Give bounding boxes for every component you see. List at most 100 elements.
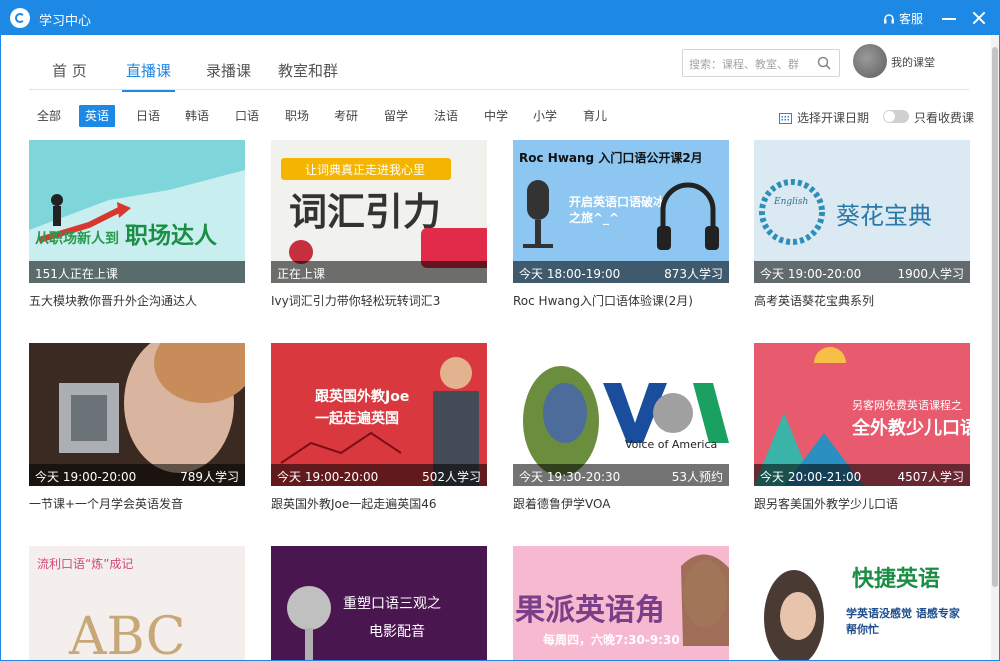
filter-spoken[interactable]: 口语	[229, 105, 265, 127]
course-thumbnail[interactable]: 重塑口语三观之 电影配音	[271, 546, 487, 660]
course-info-bar: 今天 19:30-20:30 53人预约	[513, 464, 729, 486]
filter-study-abroad[interactable]: 留学	[378, 105, 414, 127]
course-card[interactable]: Voice of America 今天 19:30-20:30 53人预约 跟着德…	[513, 343, 729, 512]
course-time: 今天 19:00-20:00	[277, 470, 379, 484]
filter-all[interactable]: 全部	[31, 105, 67, 127]
filter-french[interactable]: 法语	[428, 105, 464, 127]
course-thumbnail[interactable]: 快捷英语学英语没感觉 语感专家帮你忙	[754, 546, 970, 660]
course-card[interactable]: 让词典真正走进我心里词汇引力 正在上课 Ivy词汇引力带你轻松玩转词汇3	[271, 140, 487, 309]
thumb-subtitle: 一起走遍英国	[315, 410, 399, 427]
course-title[interactable]: 五大模块教你晋升外企沟通达人	[29, 292, 245, 309]
paid-only-toggle[interactable]	[883, 110, 909, 123]
course-time: 今天 19:00-20:00	[35, 470, 137, 484]
filter-parenting[interactable]: 育儿	[577, 105, 613, 127]
scrollbar[interactable]	[991, 35, 999, 660]
tab-home[interactable]: 首 页	[52, 60, 87, 81]
app-window: 学习中心 客服 首 页 直播课 录播课 教室和群 我的课堂 全部 英语 日语 韩…	[0, 0, 1000, 661]
avatar[interactable]	[853, 44, 887, 78]
course-title[interactable]: 一节课+一个月学会英语发音	[29, 495, 245, 512]
customer-service-label: 客服	[899, 12, 924, 26]
scrollbar-thumb[interactable]	[992, 47, 998, 587]
course-thumbnail[interactable]: 从职场新人到 职场达人 151人正在上课	[29, 140, 245, 283]
thumbnail-image: 果派英语角每周四，六晚7:30-9:30	[513, 546, 729, 660]
course-thumbnail[interactable]: 今天 19:00-20:00 789人学习	[29, 343, 245, 486]
filter-middle-school[interactable]: 中学	[478, 105, 514, 127]
close-button[interactable]	[970, 9, 988, 27]
course-thumbnail[interactable]: 果派英语角 每周四，六晚7:30-9:30	[513, 546, 729, 660]
course-count: 53人预约	[671, 470, 723, 484]
course-card[interactable]: 今天 19:00-20:00 789人学习 一节课+一个月学会英语发音	[29, 343, 245, 512]
search-input[interactable]	[687, 53, 816, 75]
course-thumbnail[interactable]: 跟英国外教Joe 一起走遍英国 今天 19:00-20:00 502人学习	[271, 343, 487, 486]
course-count: 4507人学习	[897, 470, 964, 484]
course-card[interactable]: 重塑口语三观之 电影配音	[271, 546, 487, 660]
course-time: 今天 18:00-19:00	[519, 267, 621, 281]
paid-only-label: 只看收费课	[914, 111, 975, 125]
filter-postgrad[interactable]: 考研	[328, 105, 364, 127]
course-thumbnail[interactable]: Roc Hwang 入门口语公开课2月开启英语口语破冰之旅^_^ 今天 18:0…	[513, 140, 729, 283]
customer-service-button[interactable]: 客服	[883, 10, 923, 27]
course-thumbnail[interactable]: English 葵花宝典 今天 19:00-20:00 1900人学习	[754, 140, 970, 283]
course-card[interactable]: 流利口语“炼”成记 ABC	[29, 546, 245, 661]
filter-japanese[interactable]: 日语	[130, 105, 166, 127]
window-title: 学习中心	[39, 14, 92, 29]
course-title[interactable]: 跟英国外教Joe一起走遍英国46	[271, 495, 487, 512]
app-logo-icon	[10, 8, 30, 28]
thumbnail-image: 流利口语“炼”成记 ABC	[29, 546, 245, 661]
thumb-title: Roc Hwang 入门口语公开课2月	[519, 150, 703, 165]
tab-recorded-courses[interactable]: 录播课	[206, 60, 251, 81]
course-title[interactable]: 跟着德鲁伊学VOA	[513, 495, 729, 512]
title-bar: 学习中心 客服	[1, 1, 999, 35]
course-thumbnail[interactable]: 让词典真正走进我心里词汇引力 正在上课	[271, 140, 487, 283]
course-thumbnail[interactable]: 流利口语“炼”成记 ABC	[29, 546, 245, 661]
course-card[interactable]: 快捷英语学英语没感觉 语感专家帮你忙	[754, 546, 970, 660]
course-title[interactable]: 跟另客美国外教学少儿口语	[754, 495, 970, 512]
thumb-title: ABC	[68, 607, 186, 661]
date-select-button[interactable]: 选择开课日期	[779, 109, 869, 126]
course-card[interactable]: English 葵花宝典 今天 19:00-20:00 1900人学习 高考英语葵花…	[754, 140, 970, 309]
thumb-subtitle: 让词典真正走进我心里	[305, 163, 425, 177]
course-info-bar: 151人正在上课	[29, 261, 245, 283]
filter-korean[interactable]: 韩语	[179, 105, 215, 127]
thumb-title: 快捷英语	[852, 567, 940, 592]
thumb-subtitle: 每周四，六晚7:30-9:30	[543, 632, 680, 647]
thumb-subtitle: 学英语没感觉 语感专家帮你忙	[846, 607, 960, 636]
thumb-title: Voice of America	[625, 438, 717, 451]
thumb-title: 全外教少儿口语	[851, 417, 970, 439]
course-title[interactable]: Roc Hwang入门口语体验课(2月)	[513, 292, 729, 309]
course-title[interactable]: 高考英语葵花宝典系列	[754, 292, 970, 309]
course-count: 873人学习	[664, 267, 723, 281]
filter-english[interactable]: 英语	[79, 105, 116, 127]
thumb-title: 葵花宝典	[836, 202, 932, 230]
minimize-button[interactable]	[940, 9, 958, 27]
thumb-subtitle: 从职场新人到	[35, 230, 119, 247]
course-count: 1900人学习	[897, 267, 964, 281]
search-box	[682, 49, 840, 77]
tab-classrooms-groups[interactable]: 教室和群	[278, 60, 338, 81]
filter-workplace[interactable]: 职场	[279, 105, 315, 127]
course-thumbnail[interactable]: 另客网免费英语课程之全外教少儿口语 今天 20:00-21:00 4507人学习	[754, 343, 970, 486]
course-time: 今天 19:30-20:30	[519, 470, 621, 484]
course-thumbnail[interactable]: Voice of America 今天 19:30-20:30 53人预约	[513, 343, 729, 486]
course-time: 今天 20:00-21:00	[760, 470, 862, 484]
course-card[interactable]: 另客网免费英语课程之 全外教少儿口语 今天 20:00-21:00 4507人学习 …	[754, 343, 970, 512]
course-title[interactable]: Ivy词汇引力带你轻松玩转词汇3	[271, 292, 487, 309]
course-card[interactable]: 跟英国外教Joe 一起走遍英国 今天 19:00-20:00 502人学习 跟英国外…	[271, 343, 487, 512]
course-info-bar: 今天 19:00-20:00 1900人学习	[754, 261, 970, 283]
course-card[interactable]: 从职场新人到 职场达人 151人正在上课 五大模块教你晋升外企沟通达人	[29, 140, 245, 309]
thumb-subtitle: 开启英语口语破冰之旅^_^	[569, 195, 666, 225]
thumb-subtitle: English	[773, 197, 808, 207]
tab-live-courses[interactable]: 直播课	[121, 60, 176, 92]
my-classroom-link[interactable]: 我的课堂	[891, 54, 935, 70]
thumb-title: 词汇引力	[289, 190, 441, 234]
course-info-bar: 今天 18:00-19:00 873人学习	[513, 261, 729, 283]
thumb-subtitle: 另客网免费英语课程之	[852, 398, 962, 412]
course-info-bar: 今天 20:00-21:00 4507人学习	[754, 464, 970, 486]
course-time: 正在上课	[277, 267, 326, 281]
course-card[interactable]: 果派英语角 每周四，六晚7:30-9:30	[513, 546, 729, 660]
headset-icon	[884, 13, 894, 23]
search-icon[interactable]	[817, 56, 831, 70]
filter-primary-school[interactable]: 小学	[527, 105, 563, 127]
course-card[interactable]: Roc Hwang 入门口语公开课2月开启英语口语破冰之旅^_^ 今天 18:0…	[513, 140, 729, 309]
course-info-bar: 今天 19:00-20:00 502人学习	[271, 464, 487, 486]
